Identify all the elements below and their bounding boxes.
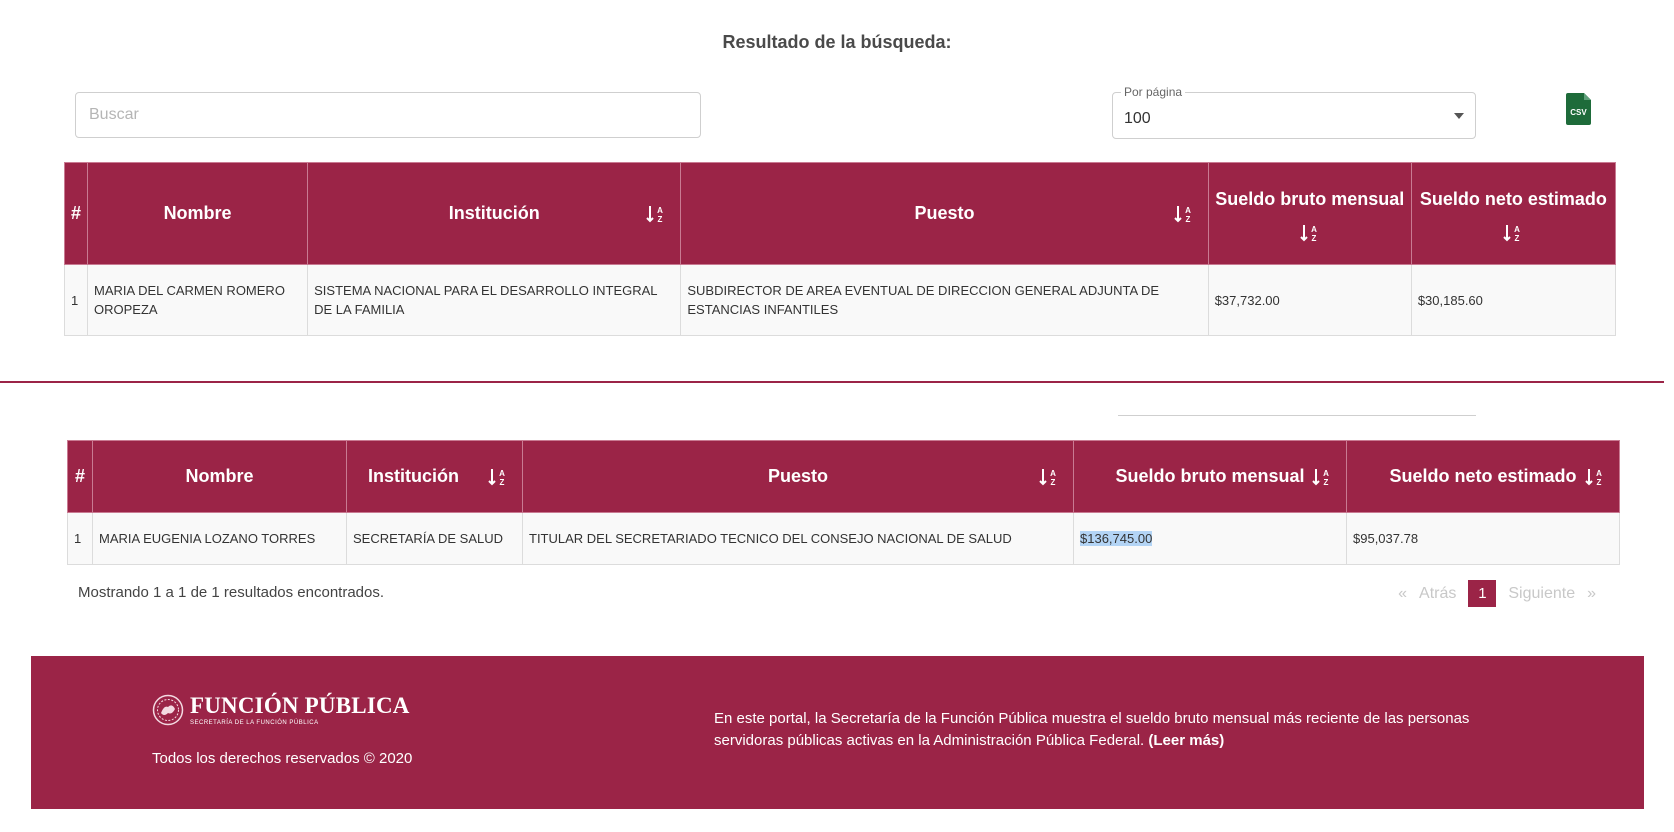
selected-text: $136,745.00 bbox=[1080, 531, 1153, 546]
svg-text:A: A bbox=[1185, 206, 1191, 215]
table-cell: 1 bbox=[67, 512, 93, 565]
sort-alpha-icon[interactable]: AZ bbox=[1173, 205, 1194, 223]
svg-text:Z: Z bbox=[1597, 478, 1602, 486]
sort-alpha-icon[interactable]: AZ bbox=[646, 205, 666, 223]
page-title: Resultado de la búsqueda: bbox=[722, 32, 952, 52]
svg-text:Z: Z bbox=[1051, 478, 1056, 486]
column-header-label: # bbox=[71, 203, 82, 223]
svg-text:Z: Z bbox=[1324, 478, 1329, 486]
results-table-2: # Nombre Institución AZ Puesto AZ Sueldo… bbox=[67, 440, 1620, 565]
column-header-institucion[interactable]: Institución AZ bbox=[346, 440, 523, 513]
column-header-label: Puesto bbox=[767, 466, 828, 486]
logo: FUNCIÓN PÚBLICA SECRETARÍA DE LA FUNCIÓN… bbox=[152, 694, 410, 726]
pagination-current-page[interactable]: 1 bbox=[1468, 580, 1497, 607]
sort-alpha-icon[interactable]: AZ bbox=[1300, 224, 1320, 242]
column-header-sueldo-bruto[interactable]: Sueldo bruto mensual AZ bbox=[1073, 440, 1347, 513]
footer-description: En este portal, la Secretaría de la Func… bbox=[714, 708, 1534, 752]
svg-text:A: A bbox=[1515, 225, 1521, 234]
svg-text:A: A bbox=[1323, 469, 1329, 478]
table-cell: SISTEMA NACIONAL PARA EL DESARROLLO INTE… bbox=[307, 264, 682, 336]
table-cell: SUBDIRECTOR DE AREA EVENTUAL DE DIRECCIO… bbox=[680, 264, 1209, 336]
select-underline bbox=[1118, 415, 1476, 416]
svg-text:A: A bbox=[499, 469, 505, 478]
column-header-label: Sueldo neto estimado bbox=[1389, 466, 1577, 486]
table-row: 1 MARIA DEL CARMEN ROMERO OROPEZA SISTEM… bbox=[64, 264, 1617, 336]
table-header-row: # Nombre Institución AZ Puesto AZ Sueldo… bbox=[64, 162, 1617, 265]
logo-subtext: SECRETARÍA DE LA FUNCIÓN PÚBLICA bbox=[190, 720, 319, 726]
sort-alpha-icon[interactable]: AZ bbox=[1039, 468, 1059, 486]
column-header-label: Nombre bbox=[163, 203, 232, 223]
column-header-sueldo-bruto[interactable]: Sueldo bruto mensual AZ bbox=[1207, 162, 1412, 265]
sort-alpha-icon[interactable]: AZ bbox=[1503, 224, 1523, 242]
results-summary: Mostrando 1 a 1 de 1 resultados encontra… bbox=[78, 584, 385, 601]
table-cell: $37,732.00 bbox=[1207, 264, 1412, 336]
table-cell: MARIA DEL CARMEN ROMERO OROPEZA bbox=[86, 264, 309, 336]
table-cell: TITULAR DEL SECRETARIADO TECNICO DEL CON… bbox=[522, 512, 1074, 565]
svg-text:Z: Z bbox=[1185, 215, 1190, 223]
per-page-select[interactable]: Por página 100 bbox=[1112, 85, 1476, 139]
column-header-label: Institución bbox=[448, 203, 540, 223]
column-header-sueldo-neto[interactable]: Sueldo neto estimado AZ bbox=[1346, 440, 1620, 513]
svg-text:Z: Z bbox=[500, 478, 505, 486]
read-more-link[interactable]: (Leer más) bbox=[1148, 732, 1224, 749]
section-divider bbox=[0, 381, 1664, 383]
table-cell: MARIA EUGENIA LOZANO TORRES bbox=[92, 512, 347, 565]
per-page-value: 100 bbox=[1124, 110, 1151, 127]
column-header-label: Sueldo neto estimado bbox=[1419, 189, 1607, 209]
search-input[interactable] bbox=[75, 92, 701, 138]
footer-description-text: En este portal, la Secretaría de la Func… bbox=[714, 710, 1470, 749]
table-cell: $136,745.00 bbox=[1073, 512, 1347, 565]
svg-text:Z: Z bbox=[1515, 234, 1520, 242]
copyright: Todos los derechos reservados © 2020 bbox=[152, 750, 413, 767]
column-header-puesto[interactable]: Puesto AZ bbox=[522, 440, 1074, 513]
column-header-nombre[interactable]: Nombre bbox=[92, 440, 347, 513]
column-header-label: Sueldo bruto mensual bbox=[1115, 466, 1305, 486]
caret-down-icon bbox=[1454, 113, 1464, 119]
column-header-nombre[interactable]: Nombre bbox=[86, 162, 309, 265]
table-cell: 1 bbox=[64, 264, 88, 336]
column-header-label: Puesto bbox=[914, 203, 975, 223]
pagination-prev[interactable]: Atrás bbox=[1419, 585, 1456, 603]
svg-text:A: A bbox=[1311, 225, 1317, 234]
column-header-institucion[interactable]: Institución AZ bbox=[307, 162, 682, 265]
seal-icon bbox=[152, 694, 184, 726]
svg-text:Z: Z bbox=[658, 215, 663, 223]
column-header-label: Nombre bbox=[185, 466, 254, 486]
sort-alpha-icon[interactable]: AZ bbox=[1312, 468, 1332, 486]
svg-text:Z: Z bbox=[1311, 234, 1316, 242]
table-cell: $95,037.78 bbox=[1346, 512, 1620, 565]
pagination: « Atrás 1 Siguiente » bbox=[1386, 580, 1596, 607]
column-header-label: Institución bbox=[368, 466, 459, 486]
pagination-last[interactable]: » bbox=[1587, 585, 1596, 603]
table-row: 1 MARIA EUGENIA LOZANO TORRES SECRETARÍA… bbox=[67, 512, 1620, 565]
csv-file-icon[interactable]: CSV bbox=[1566, 93, 1591, 125]
svg-text:A: A bbox=[1596, 469, 1602, 478]
sort-alpha-icon[interactable]: AZ bbox=[1585, 468, 1605, 486]
column-header-label: Sueldo bruto mensual bbox=[1215, 189, 1405, 209]
per-page-label: Por página bbox=[1121, 85, 1186, 99]
table-cell: SECRETARÍA DE SALUD bbox=[346, 512, 523, 565]
svg-text:A: A bbox=[657, 206, 663, 215]
table-header-row: # Nombre Institución AZ Puesto AZ Sueldo… bbox=[67, 440, 1620, 513]
footer: FUNCIÓN PÚBLICA SECRETARÍA DE LA FUNCIÓN… bbox=[31, 656, 1644, 809]
pagination-next[interactable]: Siguiente bbox=[1508, 585, 1575, 603]
logo-text: FUNCIÓN PÚBLICA bbox=[190, 693, 410, 718]
results-table-1: # Nombre Institución AZ Puesto AZ Sueldo… bbox=[64, 162, 1617, 336]
column-header-number: # bbox=[67, 440, 93, 513]
csv-label: CSV bbox=[1570, 108, 1587, 117]
column-header-sueldo-neto[interactable]: Sueldo neto estimado AZ bbox=[1410, 162, 1617, 265]
table-cell: $30,185.60 bbox=[1410, 264, 1617, 336]
column-header-number: # bbox=[64, 162, 88, 265]
svg-text:A: A bbox=[1050, 469, 1056, 478]
pagination-first[interactable]: « bbox=[1398, 585, 1407, 603]
column-header-puesto[interactable]: Puesto AZ bbox=[680, 162, 1209, 265]
column-header-label: # bbox=[74, 466, 85, 486]
sort-alpha-icon[interactable]: AZ bbox=[488, 468, 508, 486]
